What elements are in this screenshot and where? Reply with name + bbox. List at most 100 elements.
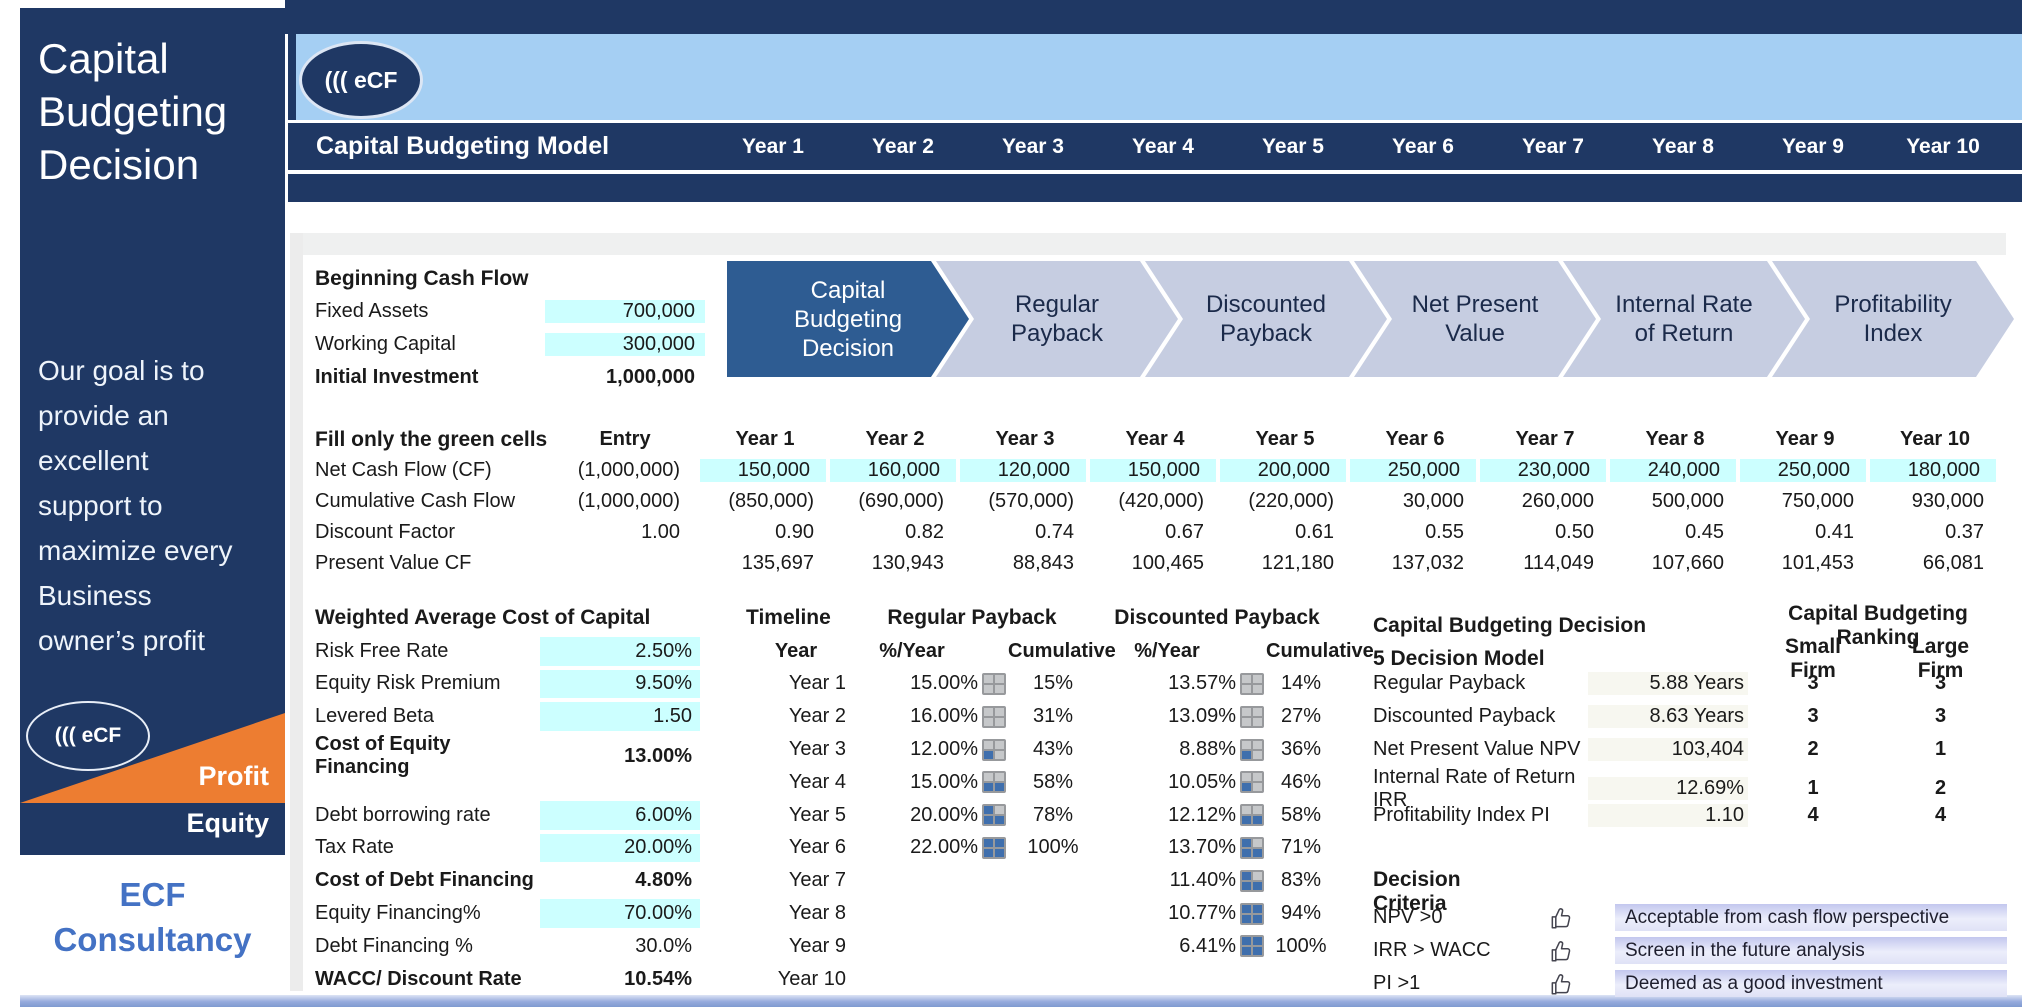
profit-label: Profit: [199, 761, 270, 792]
beginning-cash-flow-section: Beginning Cash Flow Fixed Assets 700,000…: [315, 262, 705, 394]
year-value: 101,453: [1740, 552, 1870, 575]
large-firm-rank: 3: [1888, 672, 1993, 695]
year-value[interactable]: 240,000: [1610, 456, 1740, 485]
process-step-chevron[interactable]: Discounted Payback: [1145, 261, 1387, 377]
header-title-band: Capital Budgeting Model Year 1 Year 2 Ye…: [288, 123, 2022, 170]
year-value: 0.74: [960, 521, 1090, 544]
row-label: Present Value CF: [300, 552, 550, 575]
year-value[interactable]: 150,000: [700, 456, 830, 485]
quarter-progress-icon: [982, 673, 1006, 695]
cumulative-subheader: Cumulative: [1008, 640, 1098, 663]
discounted-cumulative-value: 46%: [1266, 771, 1336, 794]
wacc-row: WACC/ Discount Rate 10.54%: [315, 963, 700, 996]
wacc-label: Cost of Debt Financing: [315, 869, 540, 892]
decision-criteria-row: NPV >0 Acceptable from cash flow perspec…: [1373, 901, 2007, 934]
header-ecf-logo-text: ((( eCF: [325, 67, 398, 94]
criteria-result-bar: Deemed as a good investment: [1615, 970, 2007, 997]
year-value: 0.55: [1350, 521, 1480, 544]
year-value[interactable]: 160,000: [830, 456, 960, 485]
payback-section: Timeline Regular Payback Discounted Payb…: [746, 602, 1336, 996]
wacc-label: Debt borrowing rate: [315, 804, 540, 827]
beginning-cash-flow-row: Working Capital 300,000: [315, 328, 705, 361]
wacc-value-cell[interactable]: 70.00%: [540, 897, 700, 930]
wacc-value-cell[interactable]: 20.00%: [540, 832, 700, 865]
regular-pct-value: 12.00%: [846, 738, 978, 761]
payback-row: Year 1 15.00% 15% 13.57% 14%: [746, 668, 1336, 701]
year-value: 66,081: [1870, 552, 2000, 575]
beginning-cash-flow-row: Fixed Assets 700,000: [315, 295, 705, 328]
thumbs-up-icon: [1548, 938, 1574, 964]
wacc-value-cell[interactable]: 2.50%: [540, 635, 700, 668]
year-value[interactable]: 120,000: [960, 456, 1090, 485]
cash-flow-row: Cumulative Cash Flow (1,000,000) (850,00…: [300, 486, 2000, 517]
payback-year-label: Year 3: [746, 738, 846, 761]
wacc-label: Equity Risk Premium: [315, 672, 540, 695]
year-value[interactable]: 200,000: [1220, 456, 1350, 485]
wacc-value-cell[interactable]: 9.50%: [540, 668, 700, 701]
criteria-result-bar: Acceptable from cash flow perspective: [1615, 904, 2007, 931]
process-step-chevron[interactable]: Regular Payback: [936, 261, 1178, 377]
row-value-cell[interactable]: 700,000: [545, 298, 705, 325]
process-step-chevron[interactable]: Net Present Value: [1354, 261, 1596, 377]
wacc-row: Risk Free Rate 2.50%: [315, 635, 700, 668]
wacc-row: Cost of Equity Financing 13.00%: [315, 733, 700, 766]
wacc-value-cell[interactable]: 6.00%: [540, 799, 700, 832]
regular-pct-value: 22.00%: [846, 836, 978, 859]
year-value: 0.82: [830, 521, 960, 544]
year-value: (220,000): [1220, 490, 1350, 513]
quarter-progress-icon: [1240, 673, 1264, 695]
small-firm-rank: 1: [1763, 777, 1863, 800]
year-column-header: Year 7: [1488, 135, 1618, 159]
regular-cumulative-value: 100%: [1008, 836, 1098, 859]
quarter-progress-icon: [1240, 706, 1264, 728]
quarter-progress-icon: [982, 771, 1006, 793]
year-value[interactable]: 250,000: [1740, 456, 1870, 485]
mission-line: provide an: [38, 393, 278, 438]
decision-model-title: Capital Budgeting Decision: [1373, 614, 1748, 638]
thumbs-up-icon: [1548, 971, 1574, 997]
payback-row: Year 7 11.40% 83%: [746, 864, 1336, 897]
decision-model-row: Profitability Index PI 1.10 4 4: [1373, 799, 1993, 832]
fill-green-cells-note: Fill only the green cells: [300, 428, 550, 452]
mission-line: support to: [38, 483, 278, 528]
discounted-pct-value: 10.77%: [1098, 902, 1236, 925]
wacc-label: Debt Financing %: [315, 935, 540, 958]
quarter-progress-icon: [1240, 935, 1264, 957]
panel-top-gutter: [290, 233, 2006, 255]
payback-group-header-row: Timeline Regular Payback Discounted Payb…: [746, 602, 1336, 635]
entry-value: 1.00: [550, 521, 700, 544]
year-value[interactable]: 230,000: [1480, 456, 1610, 485]
quarter-progress-icon: [982, 804, 1006, 826]
process-step-label: Capital Budgeting Decision: [767, 276, 929, 363]
year-value: 0.50: [1480, 521, 1610, 544]
year-value: 0.67: [1090, 521, 1220, 544]
wacc-value-cell[interactable]: 1.50: [540, 700, 700, 733]
quarter-progress-icon: [1240, 837, 1264, 859]
beginning-cash-flow-row: Initial Investment 1,000,000: [315, 361, 705, 394]
year-value[interactable]: 180,000: [1870, 456, 2000, 485]
discounted-cumulative-value: 83%: [1266, 869, 1336, 892]
decision-metric-value: 103,404: [1588, 738, 1748, 761]
year-value: 0.37: [1870, 521, 2000, 544]
brand-name: ECF Consultancy: [20, 872, 285, 962]
entry-value: (1,000,000): [550, 459, 700, 482]
row-value-cell[interactable]: 300,000: [545, 331, 705, 358]
cash-flow-row: Net Cash Flow (CF) (1,000,000) 150,000 1…: [300, 455, 2000, 486]
cash-flow-row: Present Value CF 135,697 130,943 88,843 …: [300, 548, 2000, 579]
table-year-header: Year 5: [1220, 428, 1350, 451]
decision-metric-label: Regular Payback: [1373, 672, 1588, 695]
process-step-chevron[interactable]: Profitability Index: [1772, 261, 2014, 377]
large-firm-rank: 4: [1888, 804, 1993, 827]
year-value[interactable]: 150,000: [1090, 456, 1220, 485]
criteria-result-bar: Screen in the future analysis: [1615, 937, 2007, 964]
year-value[interactable]: 250,000: [1350, 456, 1480, 485]
payback-row: Year 6 22.00% 100% 13.70% 71%: [746, 832, 1336, 865]
year-value: 88,843: [960, 552, 1090, 575]
wacc-label: Risk Free Rate: [315, 640, 540, 663]
process-step-chevron[interactable]: Internal Rate of Return: [1563, 261, 1805, 377]
year-column-header: Year 10: [1878, 135, 2008, 159]
large-firm-rank: 2: [1888, 777, 1993, 800]
wacc-row: Tax Rate 20.00%: [315, 832, 700, 865]
process-step-chevron[interactable]: Capital Budgeting Decision: [727, 261, 969, 377]
regular-cumulative-value: 31%: [1008, 705, 1098, 728]
